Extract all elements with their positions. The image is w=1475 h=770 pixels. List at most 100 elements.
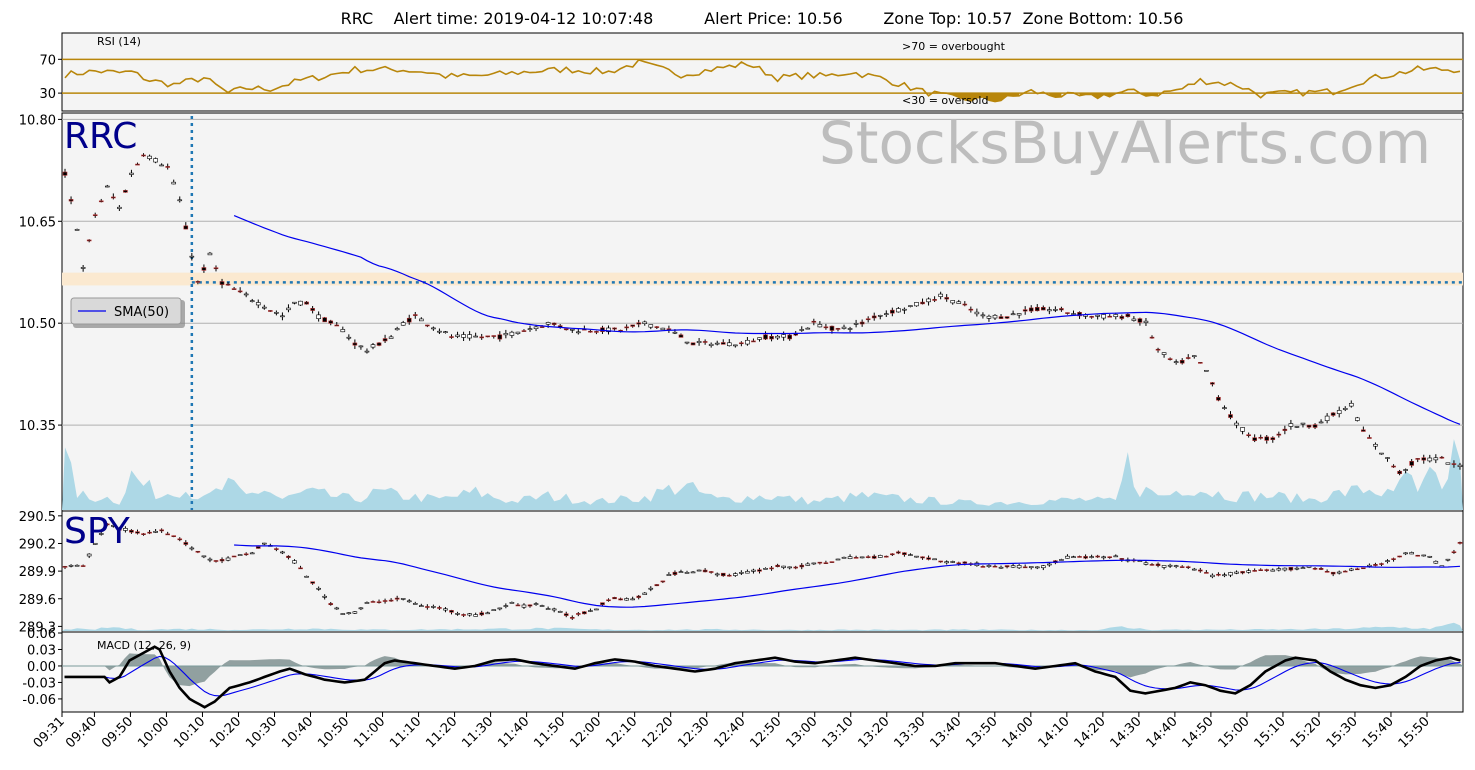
chart-title: RRC Alert time: 2019-04-12 10:07:48 Aler… <box>341 9 1184 28</box>
x-tick-label: 14:30 <box>1108 714 1145 751</box>
candle-body <box>1071 556 1076 558</box>
candle-body <box>431 606 436 608</box>
candle-body <box>1409 552 1414 555</box>
stock-alert-chart: RRC Alert time: 2019-04-12 10:07:48 Aler… <box>19 9 1464 751</box>
candle-body <box>1083 556 1088 559</box>
candle-body <box>1204 572 1209 574</box>
candle-body <box>527 604 533 607</box>
x-tick-label: 10:30 <box>243 714 280 751</box>
candle-body <box>177 538 183 541</box>
candle-body <box>551 608 557 611</box>
candle-body <box>1149 336 1155 339</box>
candle-body <box>1397 555 1402 558</box>
candle-body <box>877 555 883 558</box>
candle-body <box>497 334 503 340</box>
candle-body <box>781 565 786 568</box>
candle-body <box>890 553 895 556</box>
candle-body <box>1041 565 1046 569</box>
candle-body <box>1101 314 1106 319</box>
candle-body <box>1016 313 1022 316</box>
candle-body <box>1065 312 1070 314</box>
candle-body <box>648 324 654 328</box>
candle-body <box>678 334 684 338</box>
candle-body <box>1246 434 1251 436</box>
candle-body <box>455 334 460 337</box>
candle-body <box>123 190 128 193</box>
candle-body <box>274 548 279 550</box>
candle-body <box>473 614 478 617</box>
candle-body <box>1252 437 1257 441</box>
candle-body <box>437 607 442 609</box>
x-tick-label: 14:00 <box>1000 714 1037 751</box>
candle-body <box>135 531 140 534</box>
candle-body <box>340 329 346 333</box>
candle-body <box>896 308 901 313</box>
spy-ticker-label: SPY <box>64 511 131 552</box>
candle-body <box>811 562 817 565</box>
candle-body <box>292 560 297 564</box>
candle-body <box>666 328 672 331</box>
candle-body <box>950 561 956 563</box>
candle-body <box>823 326 829 329</box>
candle-body <box>654 584 660 587</box>
candle-body <box>1306 424 1312 428</box>
candle-body <box>485 612 491 615</box>
candle-body <box>932 299 937 301</box>
candle-body <box>1119 558 1125 560</box>
x-tick-label: 13:50 <box>964 714 1001 751</box>
candle-body <box>1167 564 1173 567</box>
candle-body <box>1439 456 1445 459</box>
candle-body <box>1125 313 1131 318</box>
candle-body <box>1348 402 1354 407</box>
candle-body <box>298 567 303 570</box>
candle-body <box>757 569 762 572</box>
candle-body <box>503 333 509 336</box>
candle-body <box>225 283 231 286</box>
candle-body <box>1264 569 1270 571</box>
candle-body <box>394 328 400 331</box>
candle-body <box>177 199 183 202</box>
candle-body <box>129 172 134 175</box>
candle-body <box>1367 437 1372 439</box>
candle-body <box>672 571 678 575</box>
candle-body <box>412 603 418 605</box>
candle-body <box>159 164 164 167</box>
candle-body <box>1445 558 1451 561</box>
candle-body <box>1167 358 1173 360</box>
candle-body <box>1355 568 1360 571</box>
candle-body <box>1336 571 1342 574</box>
candle-body <box>1041 307 1046 311</box>
candle-body <box>1282 567 1288 571</box>
candle-body <box>1270 569 1276 572</box>
sma-legend-label: SMA(50) <box>114 305 169 320</box>
candle-body <box>527 328 533 330</box>
candle-body <box>153 158 158 163</box>
candle-body <box>624 598 629 601</box>
x-tick-label: 10:20 <box>207 714 244 751</box>
candle-body <box>902 552 907 555</box>
candle-body <box>328 603 334 606</box>
rsi-panel-label: RSI (14) <box>97 35 141 48</box>
candle-body <box>841 556 847 559</box>
candle-body <box>672 331 678 334</box>
candle-body <box>473 335 478 338</box>
candle-body <box>1179 359 1185 364</box>
candle-body <box>1276 433 1282 436</box>
candle-body <box>883 313 889 315</box>
candle-body <box>1234 571 1239 574</box>
candle-body <box>545 608 551 610</box>
candle-body <box>751 569 756 572</box>
candle-body <box>147 531 152 534</box>
macd-panel-label: MACD (12, 26, 9) <box>97 639 191 652</box>
x-tick-label: 14:10 <box>1036 714 1073 751</box>
candle-body <box>280 551 285 554</box>
candle-body <box>1010 313 1016 316</box>
candle-body <box>1022 309 1028 312</box>
candle-body <box>1034 566 1040 569</box>
candle-body <box>394 597 400 600</box>
candle-body <box>1034 306 1040 312</box>
candle-body <box>1028 566 1034 568</box>
candle-body <box>1276 568 1282 571</box>
candle-body <box>563 613 569 616</box>
candle-body <box>811 320 817 323</box>
